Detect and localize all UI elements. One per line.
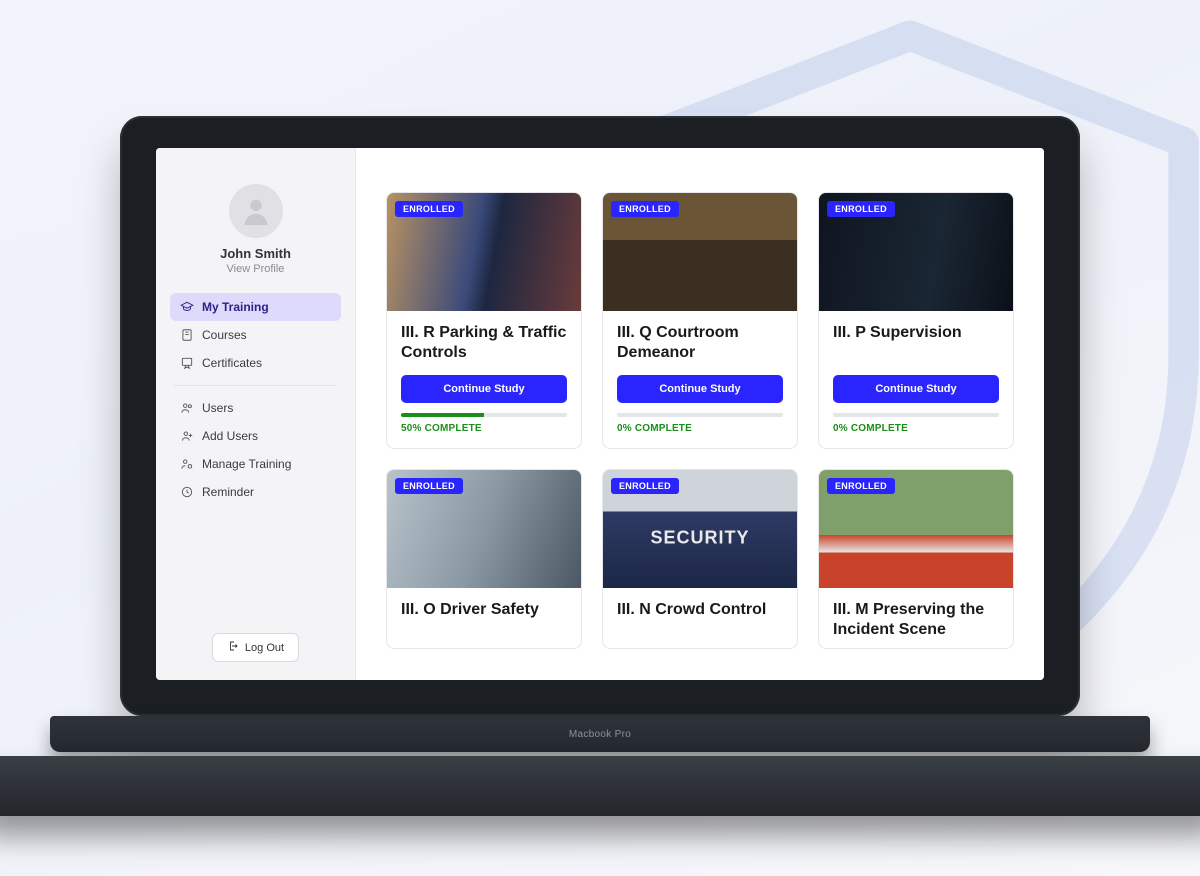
progress-bar xyxy=(833,413,999,417)
book-icon xyxy=(180,328,194,342)
progress-bar xyxy=(401,413,567,417)
course-title: III. N Crowd Control xyxy=(617,600,783,620)
course-card[interactable]: ENROLLED III. R Parking & Traffic Contro… xyxy=(386,192,582,449)
sidebar-item-courses[interactable]: Courses xyxy=(170,321,341,349)
enrolled-badge: ENROLLED xyxy=(611,201,679,217)
sidebar-nav: My Training Courses Certificates xyxy=(170,293,341,377)
course-card[interactable]: ENROLLED III. N Crowd Control xyxy=(602,469,798,649)
progress-text: 0% COMPLETE xyxy=(617,423,783,434)
continue-study-button[interactable]: Continue Study xyxy=(833,375,999,403)
sidebar-item-users[interactable]: Users xyxy=(170,394,341,422)
course-card-body: III. R Parking & Traffic Controls Contin… xyxy=(387,311,581,448)
sidebar-item-reminder[interactable]: Reminder xyxy=(170,478,341,506)
enrolled-badge: ENROLLED xyxy=(827,478,895,494)
course-thumbnail: ENROLLED xyxy=(387,470,581,588)
logout-icon xyxy=(227,640,239,655)
graduation-cap-icon xyxy=(180,300,194,314)
sidebar-item-label: Reminder xyxy=(202,485,254,499)
avatar[interactable] xyxy=(229,184,283,238)
course-thumbnail: ENROLLED xyxy=(819,193,1013,311)
settings-user-icon xyxy=(180,457,194,471)
app-screen: John Smith View Profile My Training Cour… xyxy=(156,148,1044,680)
progress-fill xyxy=(401,413,484,417)
sidebar-item-label: Users xyxy=(202,401,233,415)
view-profile-link[interactable]: View Profile xyxy=(170,263,341,275)
course-title: III. P Supervision xyxy=(833,323,999,363)
laptop-mockup: John Smith View Profile My Training Cour… xyxy=(120,116,1080,816)
progress-text: 0% COMPLETE xyxy=(833,423,999,434)
course-thumbnail: ENROLLED xyxy=(819,470,1013,588)
logout-button[interactable]: Log Out xyxy=(212,633,299,662)
sidebar-nav-admin: Users Add Users Manage Training Reminder xyxy=(170,394,341,506)
course-thumbnail: ENROLLED xyxy=(387,193,581,311)
sidebar-item-certificates[interactable]: Certificates xyxy=(170,349,341,377)
enrolled-badge: ENROLLED xyxy=(395,478,463,494)
progress-bar xyxy=(617,413,783,417)
continue-study-button[interactable]: Continue Study xyxy=(401,375,567,403)
sidebar: John Smith View Profile My Training Cour… xyxy=(156,148,356,680)
course-grid: ENROLLED III. R Parking & Traffic Contro… xyxy=(386,192,1014,649)
continue-study-button[interactable]: Continue Study xyxy=(617,375,783,403)
user-name: John Smith xyxy=(170,246,341,261)
enrolled-badge: ENROLLED xyxy=(827,201,895,217)
laptop-hinge: Macbook Pro xyxy=(50,716,1150,752)
enrolled-badge: ENROLLED xyxy=(611,478,679,494)
sidebar-item-label: Manage Training xyxy=(202,457,291,471)
course-card[interactable]: ENROLLED III. Q Courtroom Demeanor Conti… xyxy=(602,192,798,449)
main-content: ENROLLED III. R Parking & Traffic Contro… xyxy=(356,148,1044,680)
sidebar-item-label: Courses xyxy=(202,328,247,342)
course-title: III. R Parking & Traffic Controls xyxy=(401,323,567,363)
laptop-bezel: John Smith View Profile My Training Cour… xyxy=(120,116,1080,716)
course-thumbnail: ENROLLED xyxy=(603,193,797,311)
course-card[interactable]: ENROLLED III. O Driver Safety xyxy=(386,469,582,649)
sidebar-divider xyxy=(174,385,337,386)
course-card[interactable]: ENROLLED III. P Supervision Continue Stu… xyxy=(818,192,1014,449)
sidebar-item-manage-training[interactable]: Manage Training xyxy=(170,450,341,478)
course-title: III. M Preserving the Incident Scene xyxy=(833,600,999,640)
course-card-body: III. P Supervision Continue Study 0% COM… xyxy=(819,311,1013,448)
sidebar-item-my-training[interactable]: My Training xyxy=(170,293,341,321)
course-card[interactable]: ENROLLED III. M Preserving the Incident … xyxy=(818,469,1014,649)
clock-icon xyxy=(180,485,194,499)
course-title: III. Q Courtroom Demeanor xyxy=(617,323,783,363)
course-card-body: III. O Driver Safety xyxy=(387,588,581,628)
course-card-body: III. M Preserving the Incident Scene xyxy=(819,588,1013,648)
sidebar-item-label: Certificates xyxy=(202,356,262,370)
sidebar-item-add-users[interactable]: Add Users xyxy=(170,422,341,450)
laptop-base xyxy=(0,756,1200,816)
certificate-icon xyxy=(180,356,194,370)
user-plus-icon xyxy=(180,429,194,443)
sidebar-item-label: Add Users xyxy=(202,429,258,443)
users-icon xyxy=(180,401,194,415)
course-title: III. O Driver Safety xyxy=(401,600,567,620)
laptop-brand: Macbook Pro xyxy=(569,729,631,740)
logout-label: Log Out xyxy=(245,642,284,654)
course-thumbnail: ENROLLED xyxy=(603,470,797,588)
progress-text: 50% COMPLETE xyxy=(401,423,567,434)
enrolled-badge: ENROLLED xyxy=(395,201,463,217)
course-card-body: III. N Crowd Control xyxy=(603,588,797,628)
course-card-body: III. Q Courtroom Demeanor Continue Study… xyxy=(603,311,797,448)
sidebar-item-label: My Training xyxy=(202,300,269,314)
